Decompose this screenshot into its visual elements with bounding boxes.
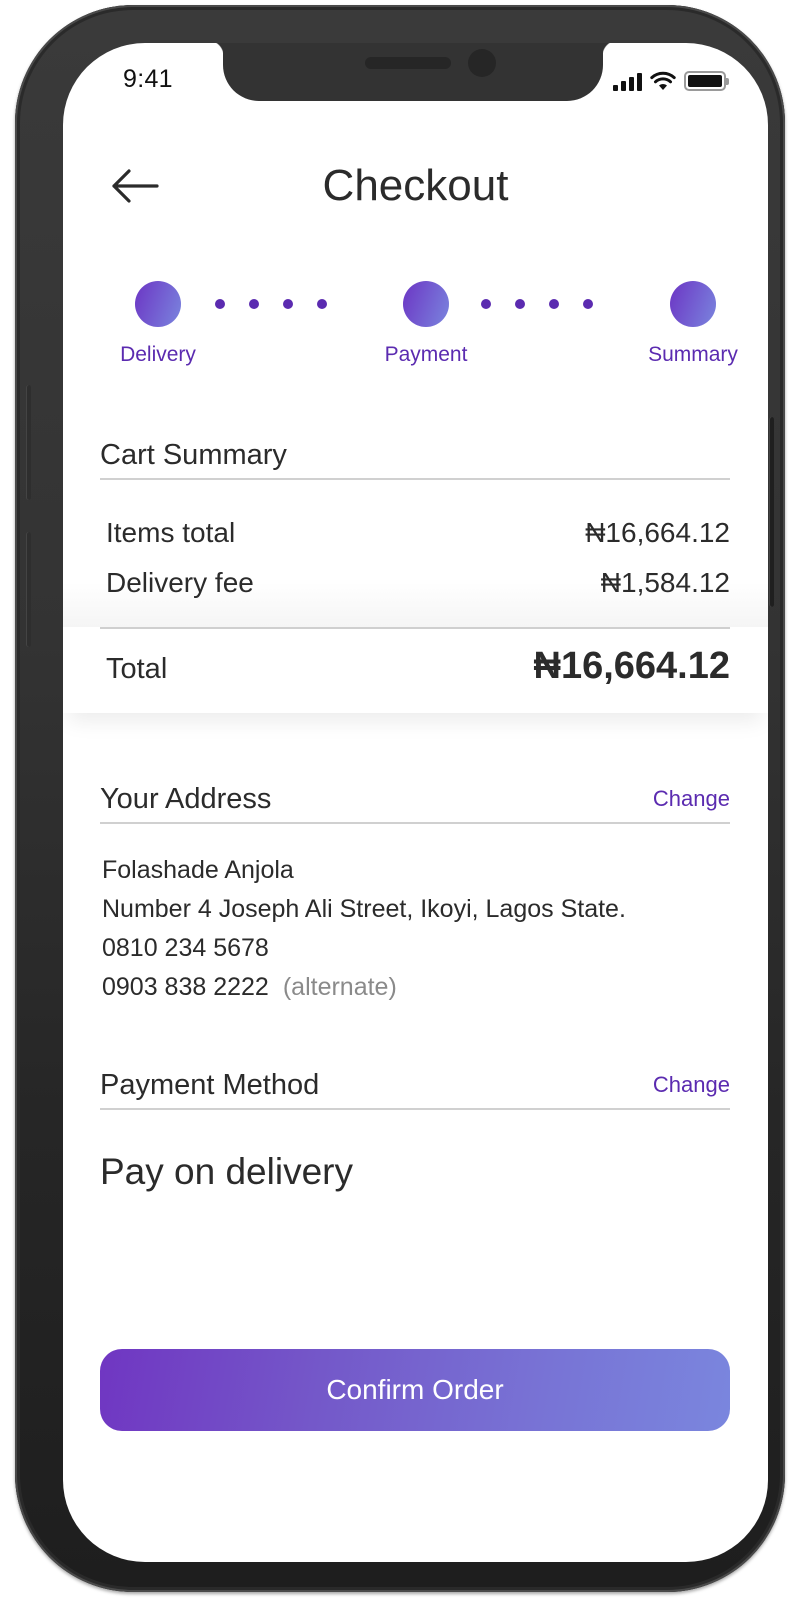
step-label: Summary xyxy=(648,343,738,366)
volume-up-button xyxy=(26,385,31,500)
power-button xyxy=(769,417,774,607)
step-summary[interactable]: Summary xyxy=(633,281,753,367)
row-label: Delivery fee xyxy=(106,567,254,598)
notch xyxy=(208,43,618,101)
cart-summary-title: Cart Summary xyxy=(100,439,287,471)
step-indicator xyxy=(135,281,181,327)
summary-row-items-total: Items total ₦16,664.12 xyxy=(106,517,730,549)
status-time: 9:41 xyxy=(123,65,173,93)
front-camera xyxy=(468,49,496,77)
volume-down-button xyxy=(26,532,31,647)
total-amount: ₦16,664.12 xyxy=(533,645,731,687)
step-payment[interactable]: Payment xyxy=(366,281,486,367)
address-title: Your Address xyxy=(100,783,272,815)
step-label: Payment xyxy=(384,343,468,366)
alternate-note: (alternate) xyxy=(282,973,397,1001)
step-indicator xyxy=(670,281,716,327)
phone-frame: 9:41 Checkout Delivery Payment Summary C… xyxy=(15,5,785,1592)
address-details: Folashade Anjola Number 4 Joseph Ali Str… xyxy=(102,851,626,1007)
address-phone-alternate-line: 0903 838 2222 (alternate) xyxy=(102,968,626,1007)
address-header: Your Address Change xyxy=(100,783,730,824)
step-delivery[interactable]: Delivery xyxy=(98,281,218,367)
address-phone-alternate: 0903 838 2222 xyxy=(102,973,269,1001)
address-phone-primary: 0810 234 5678 xyxy=(102,934,269,962)
checkout-stepper: Delivery Payment Summary xyxy=(99,281,739,371)
step-connector xyxy=(215,299,327,309)
step-indicator xyxy=(403,281,449,327)
address-street: Number 4 Joseph Ali Street, Ikoyi, Lagos… xyxy=(102,895,626,923)
total-card: Total ₦16,664.12 xyxy=(63,627,768,713)
cart-summary-header: Cart Summary xyxy=(100,439,730,480)
wifi-icon xyxy=(650,71,676,90)
speaker xyxy=(365,57,451,69)
total-label: Total xyxy=(106,653,168,685)
confirm-order-button[interactable]: Confirm Order xyxy=(100,1349,730,1431)
cart-summary-rows: Items total ₦16,664.12 Delivery fee ₦1,5… xyxy=(63,503,768,631)
cellular-signal-icon xyxy=(613,73,642,91)
row-amount: ₦16,664.12 xyxy=(585,517,730,548)
change-address-link[interactable]: Change xyxy=(653,786,730,816)
status-icons xyxy=(613,71,729,91)
step-connector xyxy=(481,299,593,309)
row-label: Items total xyxy=(106,517,236,548)
step-label: Delivery xyxy=(120,343,196,366)
address-name: Folashade Anjola xyxy=(102,856,294,884)
payment-method-title: Payment Method xyxy=(100,1069,320,1101)
page-title: Checkout xyxy=(322,161,509,210)
payment-method-value: Pay on delivery xyxy=(100,1151,353,1192)
change-payment-link[interactable]: Change xyxy=(653,1072,730,1102)
screen: 9:41 Checkout Delivery Payment Summary C… xyxy=(63,43,768,1562)
payment-method-header: Payment Method Change xyxy=(100,1069,730,1110)
battery-icon xyxy=(684,71,729,91)
summary-row-delivery-fee: Delivery fee ₦1,584.12 xyxy=(106,567,730,599)
row-amount: ₦1,584.12 xyxy=(600,567,730,598)
